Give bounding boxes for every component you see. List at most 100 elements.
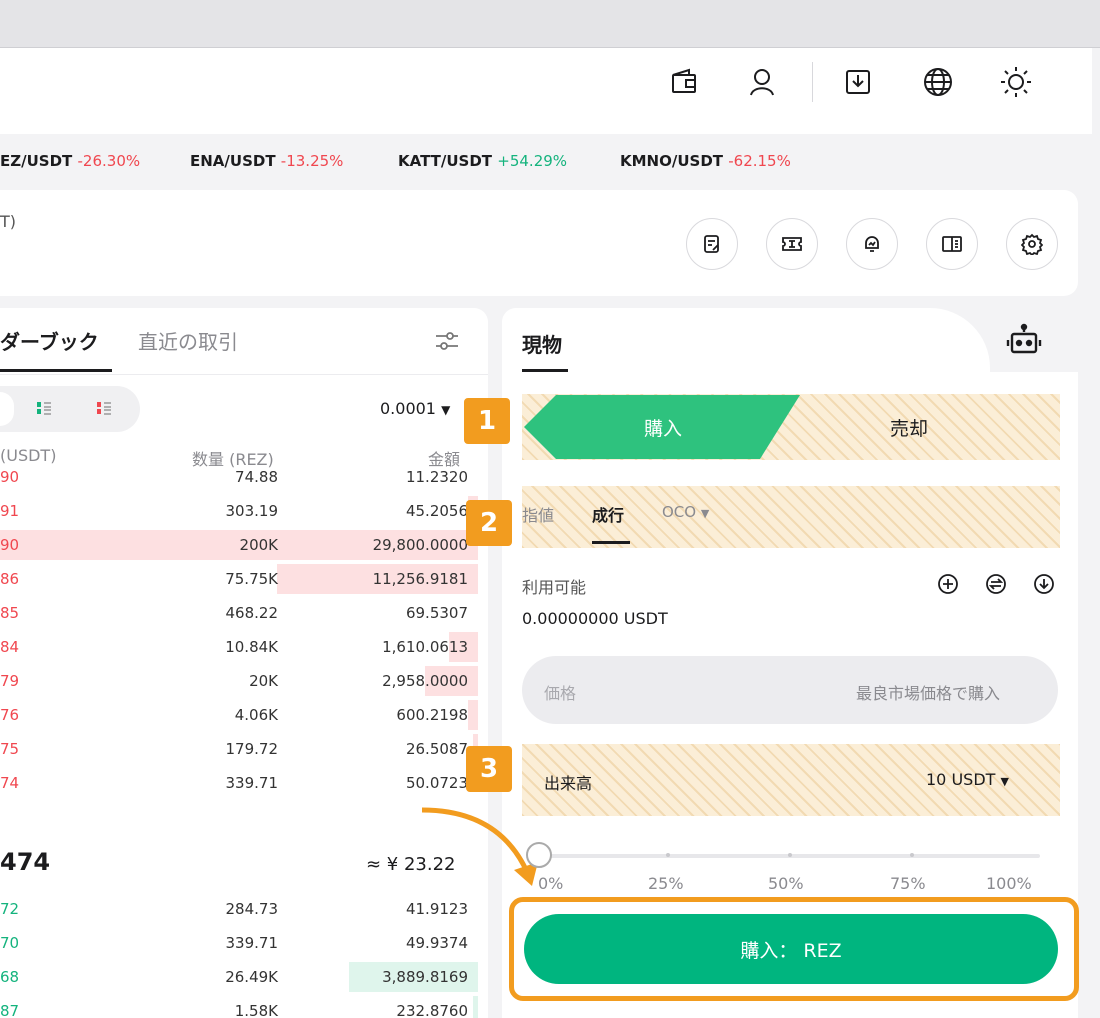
ask-row[interactable]: 86 75.75K 11,256.9181 xyxy=(0,562,480,596)
ask-price: 91 xyxy=(0,502,20,520)
ask-amount: 69.5307 xyxy=(405,604,468,622)
order-type-limit[interactable]: 指値 xyxy=(522,502,554,526)
ask-price: 84 xyxy=(0,638,20,656)
bid-amount: 232.8760 xyxy=(396,1002,468,1018)
bids-list: 72 284.73 41.9123 70 339.71 49.9374 68 26.49K 3,… xyxy=(0,892,480,1018)
slider-label-25: 25% xyxy=(648,874,684,893)
tab-underline xyxy=(0,369,112,372)
slider-tick xyxy=(788,853,792,857)
bid-row[interactable]: 72 284.73 41.9123 xyxy=(0,892,480,926)
ask-row[interactable]: 84 10.84K 1,610.0613 xyxy=(0,630,480,664)
ask-amount: 2,958.0000 xyxy=(382,672,468,690)
step-badge-3: 3 xyxy=(466,746,512,792)
ask-amount: 11.2320 xyxy=(405,468,468,486)
order-type-oco[interactable]: OCO ▼ xyxy=(662,503,709,521)
download-circle-icon[interactable] xyxy=(1032,572,1056,596)
slider-label-75: 75% xyxy=(890,874,926,893)
view-asks-icon[interactable] xyxy=(96,400,112,420)
user-icon[interactable] xyxy=(742,62,782,102)
view-bids-icon[interactable] xyxy=(36,400,52,420)
bid-qty: 1.58K xyxy=(234,1002,278,1018)
ask-qty: 303.19 xyxy=(225,502,279,520)
price-placeholder: 最良市場価格で購入 xyxy=(856,684,1001,703)
ask-depth-bar xyxy=(468,700,478,730)
ask-row[interactable]: 90 74.88 11.2320 xyxy=(0,460,480,494)
settings-gear-icon[interactable] xyxy=(1006,218,1058,270)
bid-qty: 26.49K xyxy=(225,968,278,986)
ask-price: 86 xyxy=(0,570,20,588)
trading-bot-icon[interactable] xyxy=(1004,322,1044,366)
buy-tab-label: 購入 xyxy=(644,418,683,440)
asks-list: 90 74.88 11.2320 91 303.19 45.2056 90 200K 29,80… xyxy=(0,460,480,840)
ask-row[interactable]: 90 200K 29,800.0000 xyxy=(0,528,480,562)
tab-orderbook[interactable]: ダーブック xyxy=(0,326,99,355)
ask-row[interactable]: 91 303.19 45.2056 xyxy=(0,494,480,528)
price-alert-icon[interactable] xyxy=(846,218,898,270)
price-label: 価格 xyxy=(544,684,577,703)
ask-qty: 20K xyxy=(249,672,278,690)
ticker-item[interactable]: KMNO/USDT -62.15% xyxy=(620,152,791,170)
volume-label: 出来高 xyxy=(544,774,593,793)
ask-row[interactable]: 75 179.72 26.5087 xyxy=(0,732,480,766)
bid-amount: 3,889.8169 xyxy=(382,968,468,986)
guide-book-icon[interactable] xyxy=(926,218,978,270)
coupon-icon[interactable] xyxy=(766,218,818,270)
transfer-icon[interactable] xyxy=(984,572,1008,596)
globe-icon[interactable] xyxy=(918,62,958,102)
ask-amount: 600.2198 xyxy=(396,706,468,724)
ask-row[interactable]: 76 4.06K 600.2198 xyxy=(0,698,480,732)
bid-amount: 41.9123 xyxy=(405,900,468,918)
ask-amount: 45.2056 xyxy=(405,502,468,520)
ask-amount: 1,610.0613 xyxy=(382,638,468,656)
step-badge-1: 1 xyxy=(464,398,510,444)
spot-tab-bg xyxy=(502,308,990,374)
slider-tick xyxy=(666,853,670,857)
volume-unit-select[interactable]: 10 USDT ▼ xyxy=(926,770,1009,789)
ask-qty: 75.75K xyxy=(225,570,278,588)
ask-price: 85 xyxy=(0,604,20,622)
theme-sun-icon[interactable] xyxy=(996,62,1036,102)
bid-price: 70 xyxy=(0,934,20,952)
ask-row[interactable]: 85 468.22 69.5307 xyxy=(0,596,480,630)
buy-rez-button[interactable]: 購入： REZ xyxy=(524,914,1058,984)
last-price: 474 xyxy=(0,848,51,876)
orderbook-filter-icon[interactable] xyxy=(432,326,462,360)
download-icon[interactable] xyxy=(838,62,878,102)
deposit-plus-icon[interactable] xyxy=(936,572,960,596)
sell-tab[interactable]: 売却 xyxy=(890,414,928,441)
header-divider xyxy=(812,62,813,102)
tab-underline xyxy=(522,369,568,372)
order-notes-icon[interactable] xyxy=(686,218,738,270)
ask-price: 90 xyxy=(0,536,20,554)
ask-price: 76 xyxy=(0,706,20,724)
market-pair-label: T) xyxy=(0,212,17,231)
divider xyxy=(0,374,488,375)
ticker-item[interactable]: ENA/USDT -13.25% xyxy=(190,152,343,170)
precision-select[interactable]: 0.0001 ▼ xyxy=(380,399,450,418)
bid-price: 68 xyxy=(0,968,20,986)
bid-depth-bar xyxy=(473,996,478,1018)
ask-qty: 179.72 xyxy=(225,740,279,758)
ask-price: 90 xyxy=(0,468,20,486)
slider-label-0: 0% xyxy=(538,874,564,893)
tab-spot[interactable]: 現物 xyxy=(522,329,562,358)
wallet-icon[interactable] xyxy=(664,62,704,102)
bid-row[interactable]: 70 339.71 49.9374 xyxy=(0,926,480,960)
browser-chrome xyxy=(0,0,1100,48)
ticker-item[interactable]: KATT/USDT +54.29% xyxy=(398,152,567,170)
bid-row[interactable]: 87 1.58K 232.8760 xyxy=(0,994,480,1018)
market-toolbar xyxy=(0,190,1078,296)
available-value: 0.00000000 USDT xyxy=(522,609,668,628)
ask-row[interactable]: 74 339.71 50.0723 xyxy=(0,766,480,800)
tab-recent-trades[interactable]: 直近の取引 xyxy=(138,326,238,355)
bid-row[interactable]: 68 26.49K 3,889.8169 xyxy=(0,960,480,994)
ask-qty: 10.84K xyxy=(225,638,278,656)
ask-row[interactable]: 79 20K 2,958.0000 xyxy=(0,664,480,698)
step-badge-2: 2 xyxy=(466,500,512,546)
order-type-market[interactable]: 成行 xyxy=(592,502,624,526)
bid-qty: 339.71 xyxy=(225,934,279,952)
ask-amount: 29,800.0000 xyxy=(372,536,468,554)
ticker-item[interactable]: EZ/USDT -26.30% xyxy=(0,152,140,170)
amount-slider-knob[interactable] xyxy=(526,842,552,868)
ask-qty: 4.06K xyxy=(234,706,278,724)
